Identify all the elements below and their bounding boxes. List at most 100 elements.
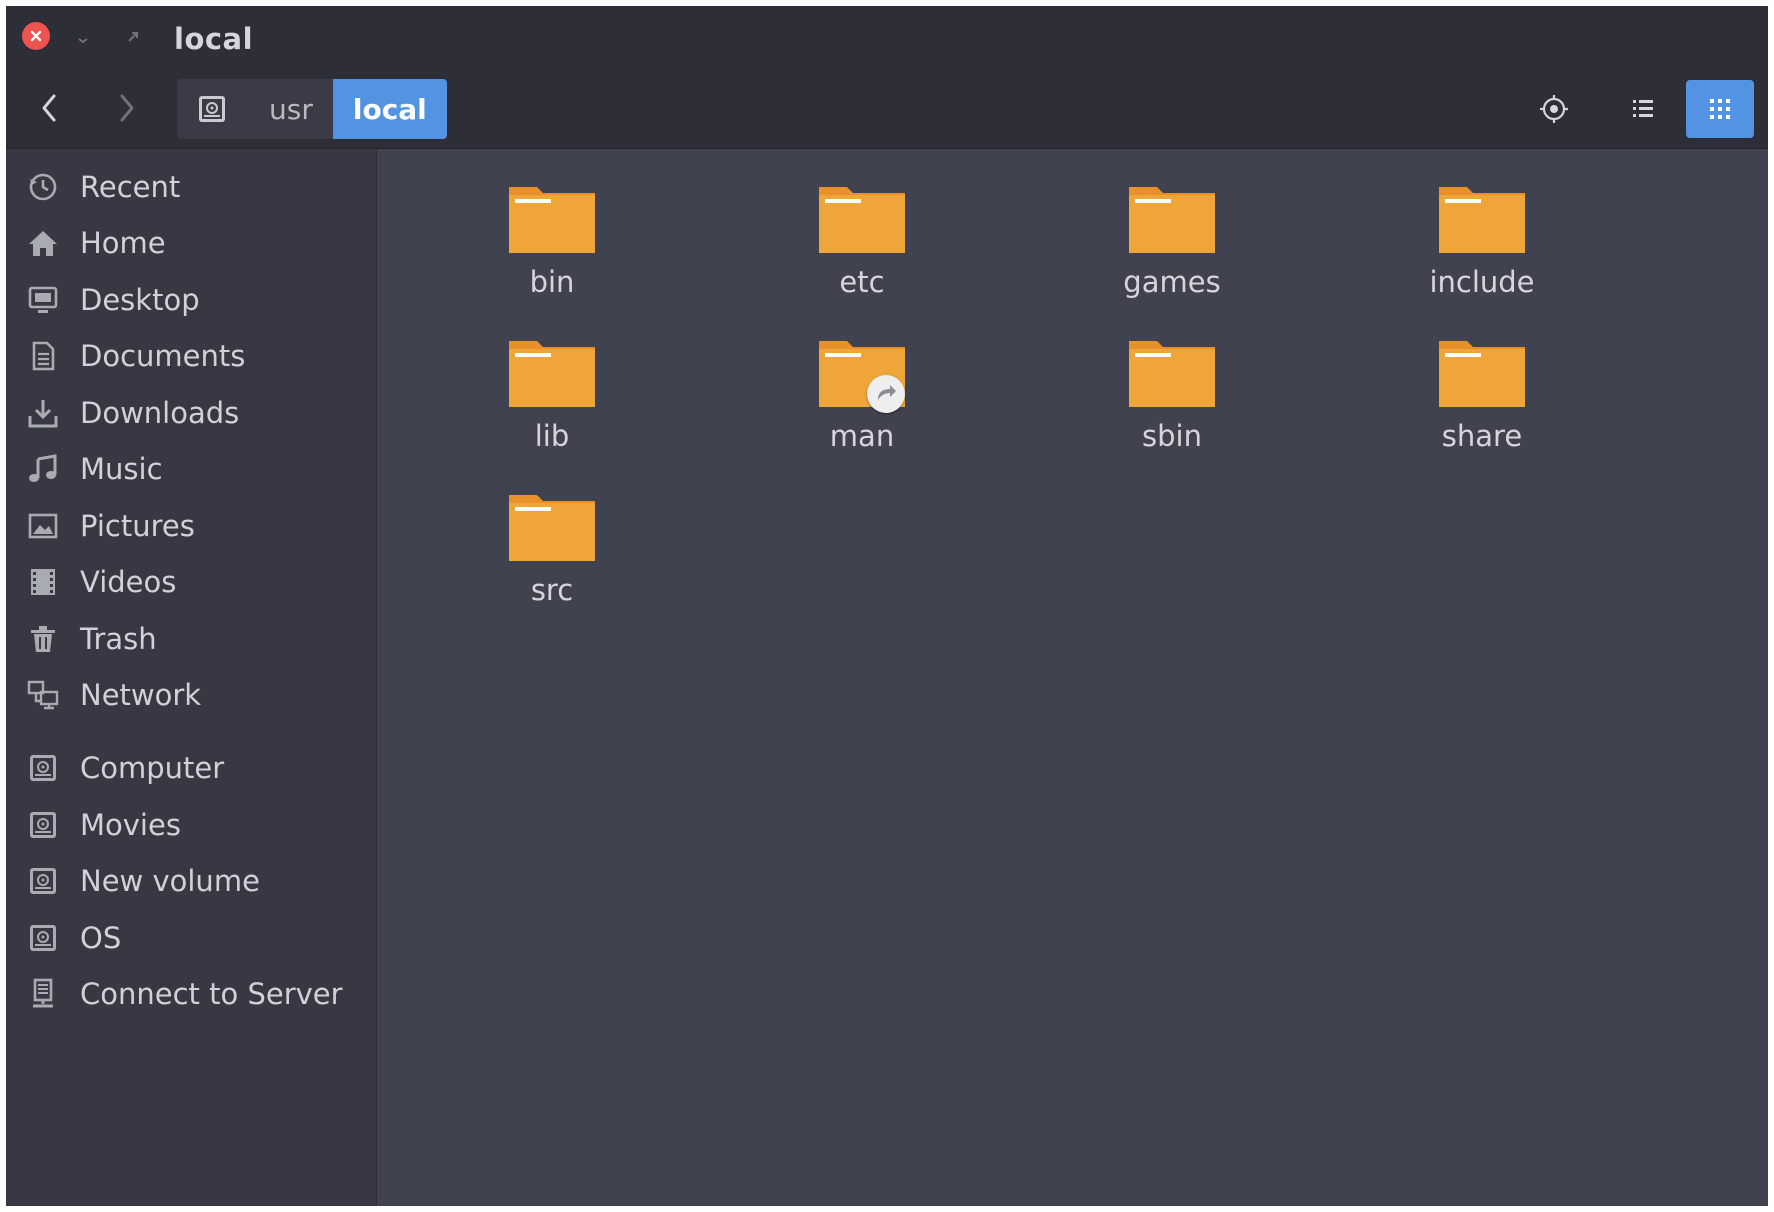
sidebar-item-os[interactable]: OS [6,910,376,966]
sidebar-item-label: Videos [80,565,177,599]
sidebar-item-label: Music [80,452,163,486]
sidebar-item-label: Trash [80,622,157,656]
sidebar-item-label: Pictures [80,509,195,543]
trash-icon [26,622,60,656]
breadcrumb-local[interactable]: local [332,79,447,139]
clock-icon [26,170,60,204]
close-icon [30,30,42,42]
sidebar-item-label: New volume [80,864,260,898]
folder-icon [1437,335,1527,411]
chevron-left-icon [42,94,56,122]
file-name: etc [839,265,885,299]
sidebar-item-label: OS [80,921,122,955]
file-item-games[interactable]: games [1072,169,1272,319]
sidebar-item-videos[interactable]: Videos [6,554,376,610]
file-item-src[interactable]: src [452,477,652,627]
drive-icon [199,96,225,122]
sidebar-item-documents[interactable]: Documents [6,328,376,384]
file-item-man[interactable]: man [762,323,962,473]
folder-icon [507,181,597,257]
drive-icon [26,751,60,785]
sidebar-item-recent[interactable]: Recent [6,159,376,215]
minimize-icon [78,38,88,44]
network-icon [26,678,60,712]
file-item-share[interactable]: share [1382,323,1582,473]
window-title: local [174,22,254,56]
file-item-include[interactable]: include [1382,169,1582,319]
sidebar-item-computer[interactable]: Computer [6,740,376,796]
music-icon [26,452,60,486]
file-name: src [530,573,574,607]
drive-icon [26,921,60,955]
file-name: include [1429,265,1535,299]
symlink-icon [867,375,905,413]
chevron-right-icon [120,94,134,122]
breadcrumb-usr[interactable]: usr [249,79,333,139]
sidebar-item-network[interactable]: Network [6,667,376,723]
folder-icon [1127,335,1217,411]
maximize-button[interactable] [126,30,140,44]
sidebar-item-label: Network [80,678,202,712]
sidebar-item-desktop[interactable]: Desktop [6,272,376,328]
home-icon [26,226,60,260]
sidebar-item-music[interactable]: Music [6,441,376,497]
minimize-button[interactable] [76,30,90,44]
sidebar-item-connect-to-server[interactable]: Connect to Server [6,966,376,1022]
file-name: lib [534,419,570,453]
folder-icon [507,335,597,411]
close-button[interactable] [22,22,50,50]
drive-icon [26,864,60,898]
folder-icon [507,489,597,565]
breadcrumb-root[interactable] [177,79,249,139]
file-name: share [1441,419,1523,453]
file-name: games [1123,265,1221,299]
sidebar-item-home[interactable]: Home [6,215,376,271]
locate-button[interactable] [1520,80,1588,138]
file-name: bin [529,265,575,299]
file-item-sbin[interactable]: sbin [1072,323,1272,473]
sidebar-item-label: Movies [80,808,181,842]
back-button[interactable] [22,78,78,138]
list-view-icon [1633,100,1653,117]
sidebar-item-label: Downloads [80,396,240,430]
file-item-lib[interactable]: lib [452,323,652,473]
picture-icon [26,509,60,543]
sidebar-item-movies[interactable]: Movies [6,797,376,853]
sidebar-item-label: Connect to Server [80,977,343,1011]
sidebar-item-new-volume[interactable]: New volume [6,853,376,909]
sidebar-item-label: Home [80,226,166,260]
toolbar: usr local [6,70,1768,149]
sidebar-item-trash[interactable]: Trash [6,611,376,667]
download-icon [26,396,60,430]
sidebar-item-label: Documents [80,339,246,373]
video-icon [26,565,60,599]
desktop-icon [26,283,60,317]
list-view-button[interactable] [1609,80,1677,138]
sidebar-item-downloads[interactable]: Downloads [6,385,376,441]
document-icon [26,339,60,373]
grid-view-icon [1710,99,1730,119]
breadcrumb: usr local [177,79,447,139]
grid-view-button[interactable] [1686,80,1754,138]
file-name: man [829,419,895,453]
folder-icon [817,181,907,257]
sidebar-item-label: Desktop [80,283,200,317]
folder-icon [1127,181,1217,257]
file-manager-window: local usr local Recent Home Desktop Docu… [6,6,1768,1206]
locate-icon [1540,95,1568,123]
maximize-icon [128,32,138,42]
title-bar: local [6,6,1768,70]
file-item-etc[interactable]: etc [762,169,962,319]
file-grid: bin etc games include lib man sbin share… [377,149,1768,1206]
folder-icon [1437,181,1527,257]
file-name: sbin [1142,419,1202,453]
drive-icon [26,808,60,842]
sidebar-item-label: Computer [80,751,225,785]
file-item-bin[interactable]: bin [452,169,652,319]
folder-icon [817,335,907,413]
sidebar-item-label: Recent [80,170,181,204]
server-icon [26,977,60,1011]
sidebar-item-pictures[interactable]: Pictures [6,498,376,554]
sidebar: Recent Home Desktop Documents Downloads [6,149,377,1206]
forward-button[interactable] [98,78,154,138]
